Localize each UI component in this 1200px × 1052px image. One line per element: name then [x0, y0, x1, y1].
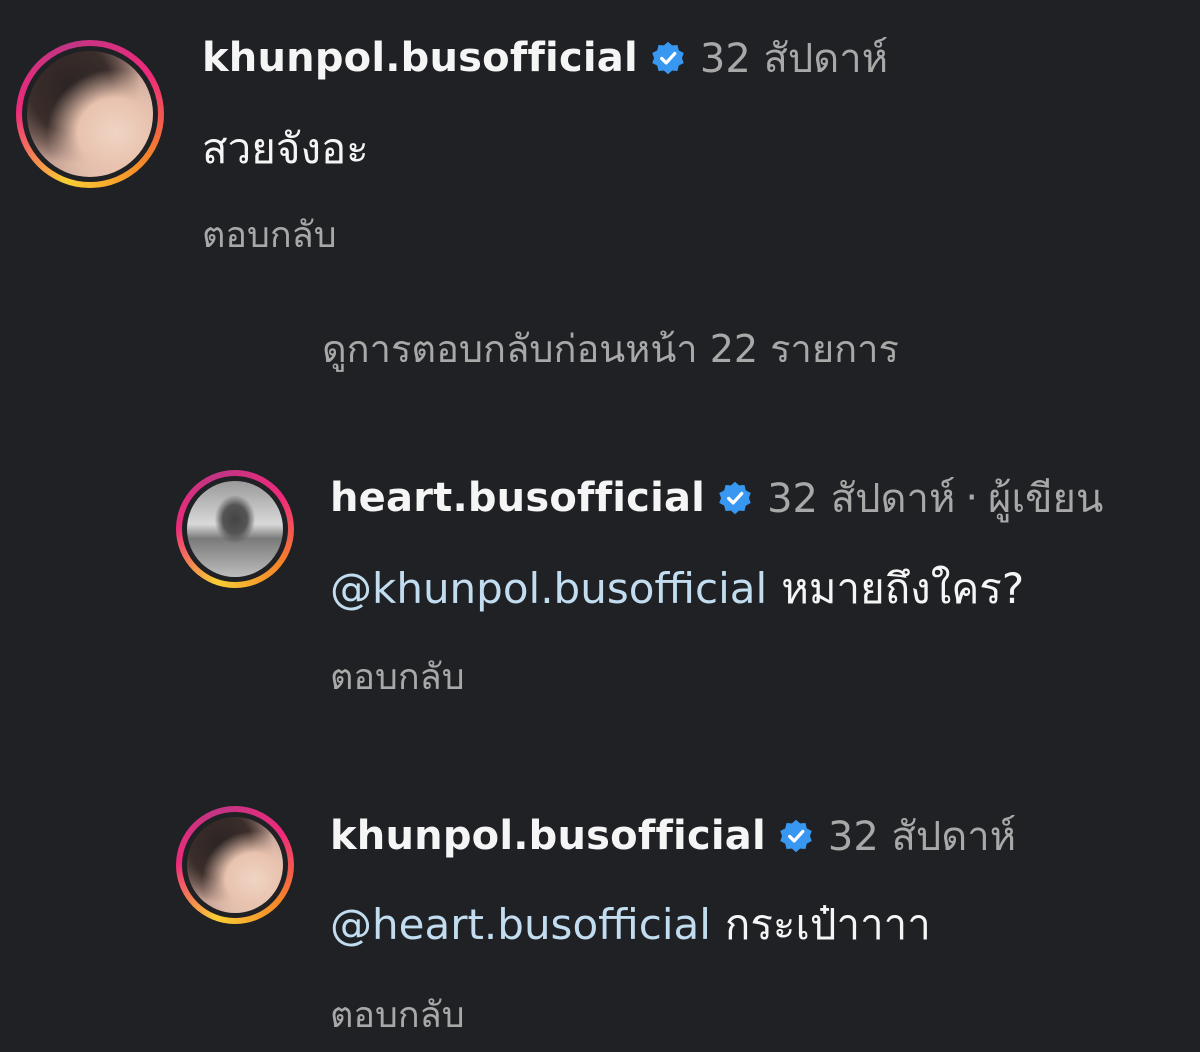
avatar[interactable]	[176, 806, 294, 924]
reply-button[interactable]: ตอบกลับ	[330, 648, 465, 705]
verified-badge-icon	[780, 819, 812, 853]
separator: ·	[965, 475, 979, 521]
timestamp: 32 สัปดาห์	[767, 476, 956, 522]
avatar[interactable]	[16, 40, 164, 188]
timestamp: 32 สัปดาห์	[699, 36, 889, 82]
avatar[interactable]	[176, 470, 294, 588]
verified-badge-icon	[719, 481, 751, 515]
comment-text: สวยจังอะ	[202, 124, 369, 173]
author-tag: ผู้เขียน	[988, 476, 1104, 522]
username[interactable]: khunpol.busofficial	[202, 35, 638, 81]
avatar-photo	[27, 51, 153, 177]
verified-badge-icon	[652, 41, 684, 75]
avatar-photo	[187, 817, 283, 913]
comment-header: khunpol.busofficial 32 สัปดาห์	[202, 34, 888, 82]
reply-button[interactable]: ตอบกลับ	[202, 206, 337, 263]
comment-text: @heart.busofficial กระเป๋าาาา	[330, 892, 931, 958]
comment-body: หมายถึงใคร?	[781, 564, 1025, 613]
avatar-photo	[187, 481, 283, 577]
comment-header: heart.busofficial 32 สัปดาห์ · ผู้เขียน	[330, 474, 1103, 522]
timestamp: 32 สัปดาห์	[827, 814, 1017, 860]
username[interactable]: heart.busofficial	[330, 475, 705, 521]
reply-button[interactable]: ตอบกลับ	[330, 986, 465, 1043]
comment-body: กระเป๋าาาา	[724, 900, 931, 949]
comment-header: khunpol.busofficial 32 สัปดาห์	[330, 812, 1016, 860]
mention-link[interactable]: @khunpol.busofficial	[330, 564, 767, 613]
comment-text: @khunpol.busofficial หมายถึงใคร?	[330, 556, 1024, 622]
mention-link[interactable]: @heart.busofficial	[330, 900, 711, 949]
username[interactable]: khunpol.busofficial	[330, 813, 766, 859]
view-previous-replies-link[interactable]: ดูการตอบกลับก่อนหน้า 22 รายการ	[322, 318, 899, 379]
